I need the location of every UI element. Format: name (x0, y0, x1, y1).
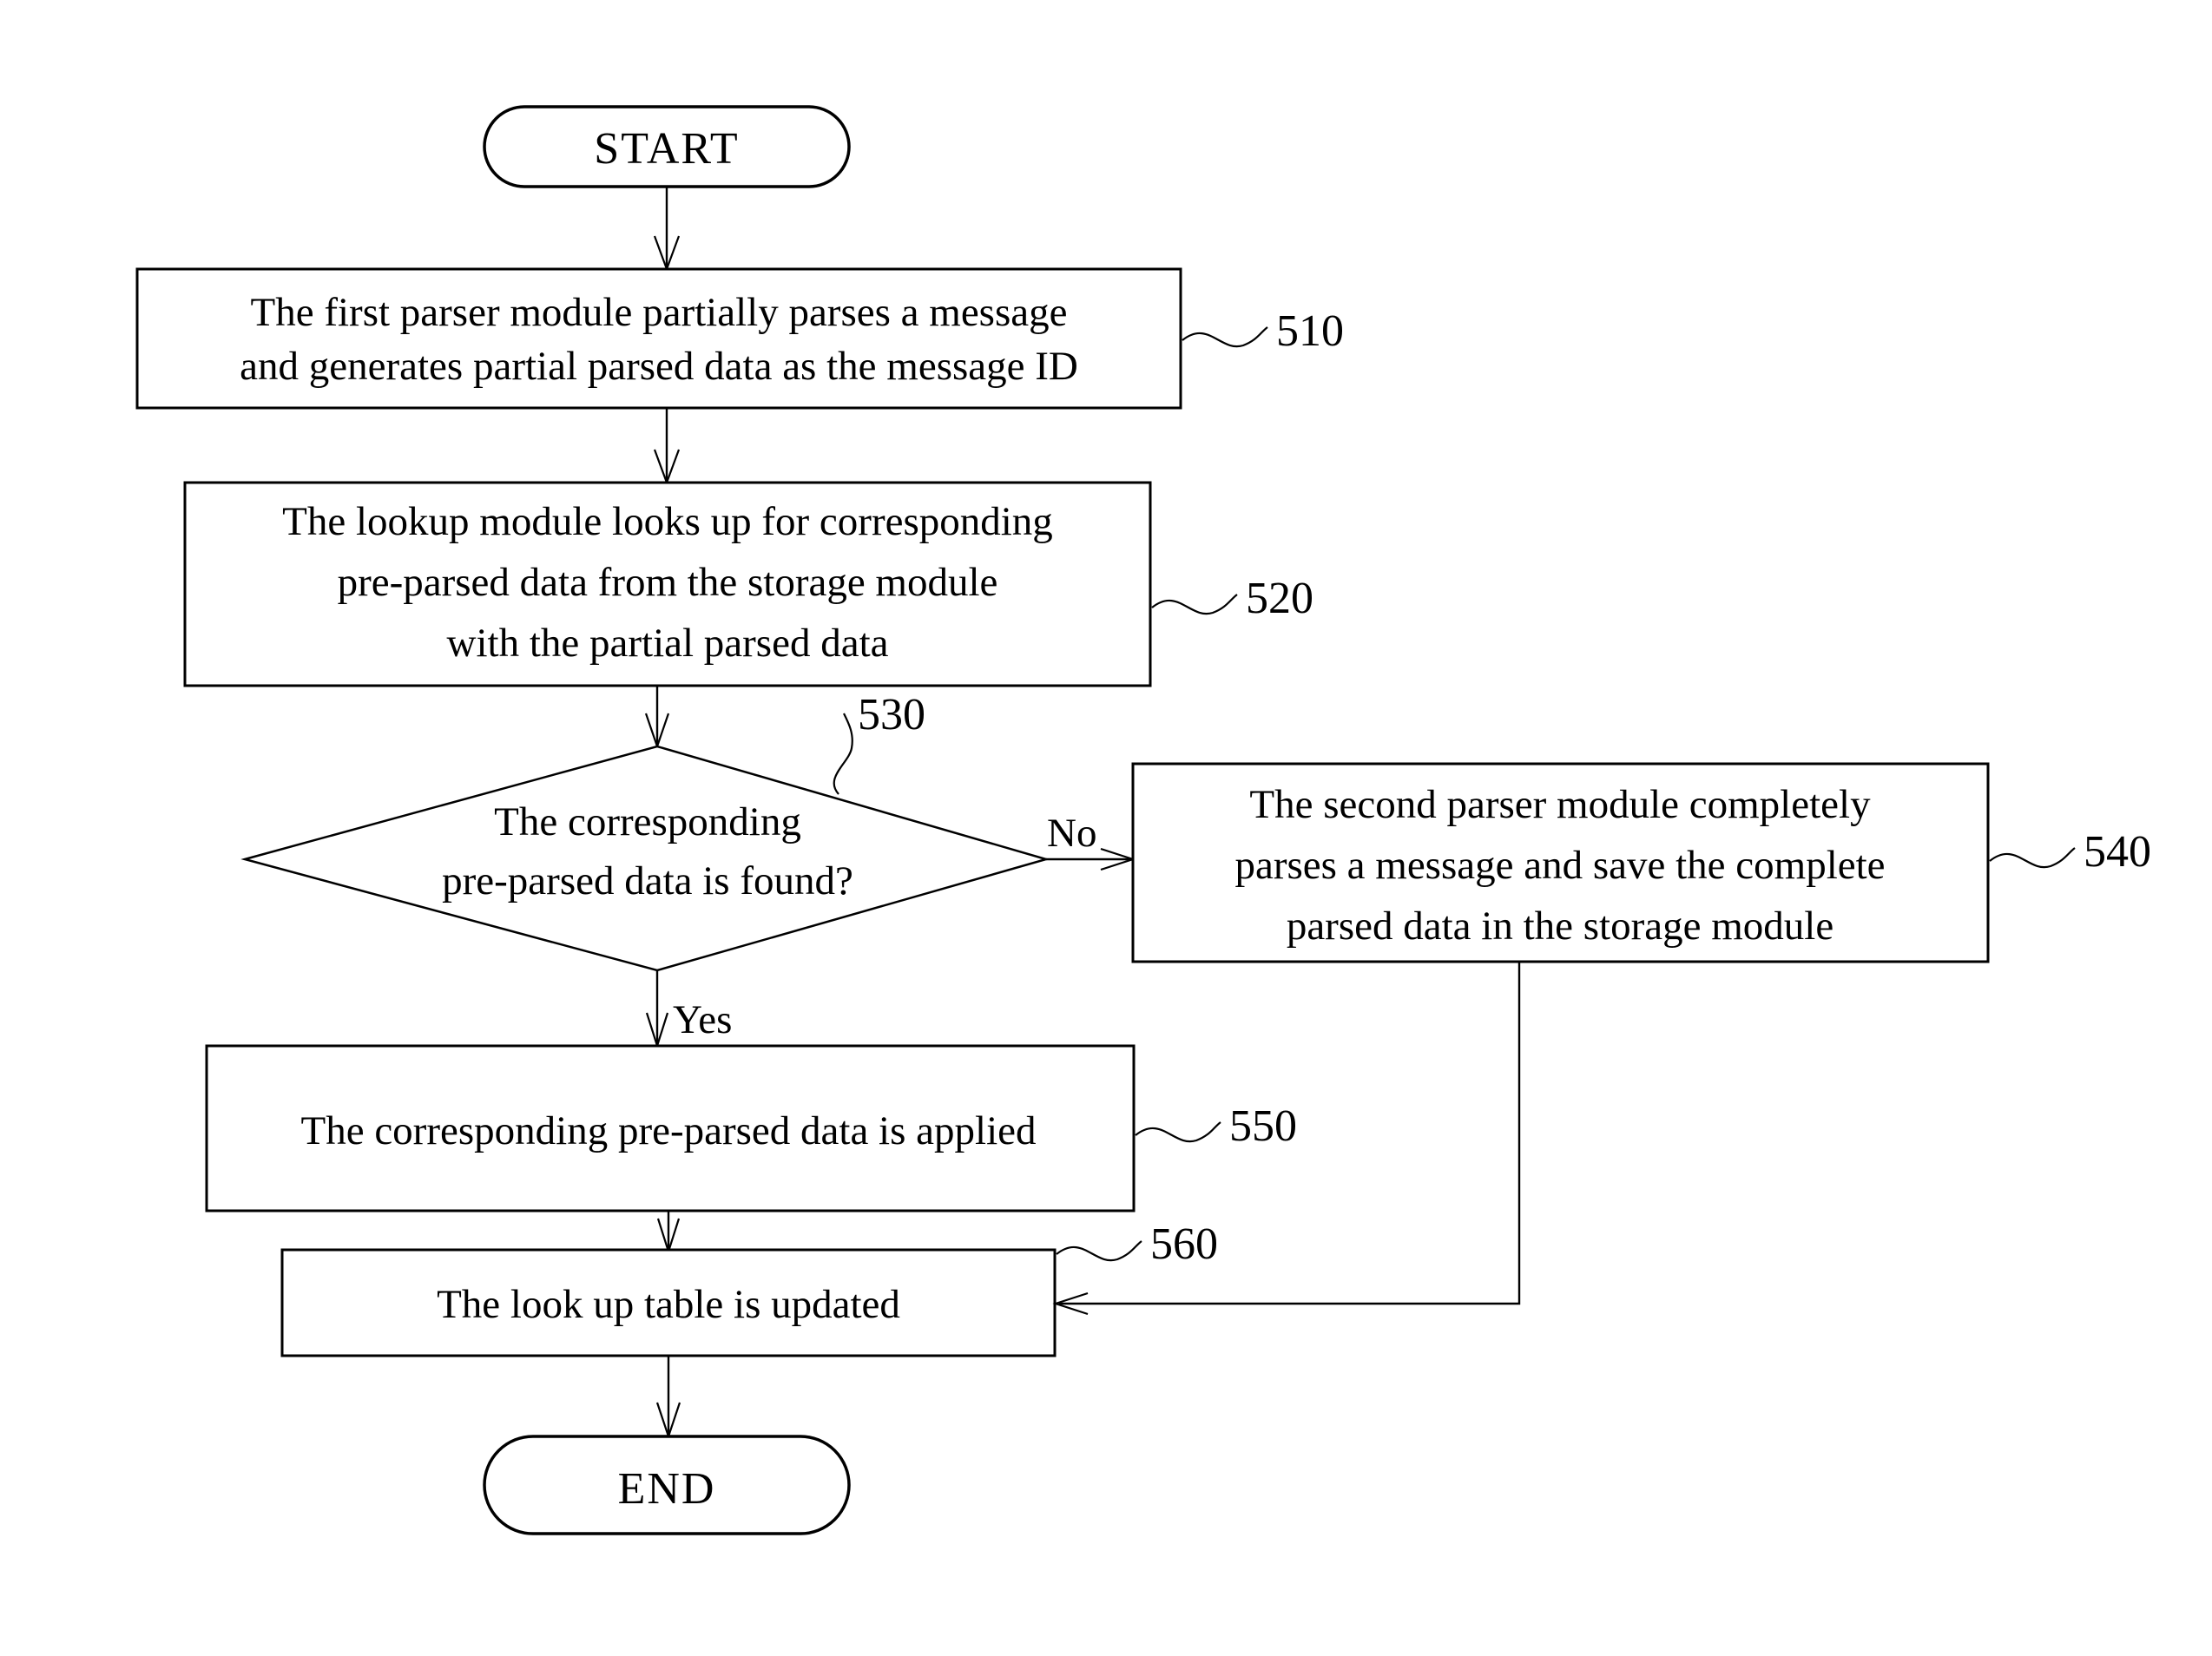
step-540-line-3: parsed data in the storage module (1287, 904, 1833, 949)
ref-label-550: 550 (1229, 1101, 1297, 1151)
node-step-560[interactable]: The look up table is updated (280, 1248, 1057, 1357)
branch-label-yes: Yes (673, 997, 732, 1042)
branch-label-no: No (1047, 811, 1096, 856)
step-520-line-2: pre-parsed data from the storage module (338, 560, 998, 605)
connector-530-to-540-no: No (1046, 811, 1136, 871)
step-520-line-3: with the partial parsed data (447, 621, 889, 666)
connector-550-to-560 (656, 1211, 681, 1255)
connector-530-to-550-yes: Yes (645, 970, 732, 1049)
start-label: START (594, 124, 739, 174)
ref-leader-520: 520 (1151, 574, 1313, 623)
step-540-line-1: The second parser module completely (1249, 782, 1871, 827)
connector-520-to-530 (644, 686, 670, 750)
flowchart-canvas: START The first parser module partially … (135, 105, 2151, 1535)
ref-label-560: 560 (1150, 1219, 1218, 1269)
node-step-520[interactable]: The lookup module looks up for correspon… (183, 481, 1152, 687)
flowchart-diagram: START The first parser module partially … (0, 0, 2212, 1656)
connector-560-to-end (655, 1356, 681, 1440)
ref-leader-540: 540 (1989, 827, 2151, 877)
node-step-540[interactable]: The second parser module completely pars… (1131, 762, 1990, 963)
step-560-line-1: The look up table is updated (437, 1282, 900, 1327)
ref-leader-550: 550 (1135, 1101, 1297, 1151)
ref-label-530: 530 (858, 690, 925, 739)
end-label: END (618, 1464, 716, 1514)
ref-leader-560: 560 (1056, 1219, 1218, 1269)
decision-530-line-1: The corresponding (494, 799, 801, 844)
node-end[interactable]: END (483, 1435, 851, 1535)
step-510-line-2: and generates partial parsed data as the… (240, 344, 1078, 389)
node-step-550[interactable]: The corresponding pre-parsed data is app… (205, 1044, 1136, 1212)
node-start[interactable]: START (483, 105, 851, 188)
step-550-line-1: The corresponding pre-parsed data is app… (301, 1108, 1037, 1153)
ref-leader-510: 510 (1182, 306, 1344, 356)
connector-510-to-520 (653, 408, 681, 486)
ref-label-520: 520 (1246, 574, 1313, 623)
ref-leader-530: 530 (833, 690, 925, 795)
ref-label-510: 510 (1276, 306, 1344, 356)
decision-530-line-2: pre-parsed data is found? (442, 858, 853, 904)
node-step-510[interactable]: The first parser module partially parses… (135, 267, 1182, 410)
connector-start-to-510 (653, 187, 681, 273)
step-520-line-1: The lookup module looks up for correspon… (282, 499, 1053, 544)
step-540-line-2: parses a message and save the complete (1234, 843, 1885, 888)
step-510-line-1: The first parser module partially parses… (251, 290, 1068, 335)
ref-label-540: 540 (2084, 827, 2151, 877)
node-decision-530[interactable]: The corresponding pre-parsed data is fou… (240, 745, 1050, 972)
